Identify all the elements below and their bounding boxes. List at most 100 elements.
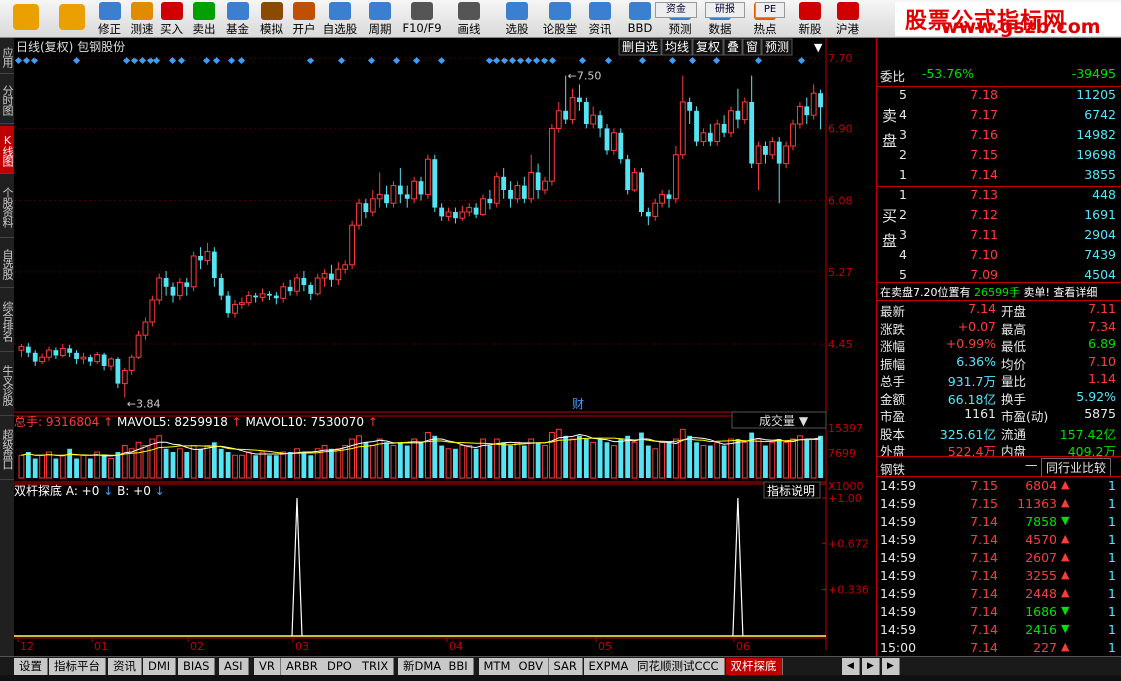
volume-bar <box>521 445 527 478</box>
indicator-tab-6[interactable]: VR <box>254 658 281 675</box>
indicator-tab-8[interactable]: DPO <box>322 658 358 675</box>
sell-level: 5 <box>899 87 907 102</box>
candle <box>253 295 259 298</box>
toolbar-item-11[interactable]: F10/F9 <box>400 0 444 38</box>
toolbar-item-0[interactable] <box>0 0 52 38</box>
indicator-tab-17[interactable]: 双杆探底 <box>725 658 783 675</box>
toolbar-item-20[interactable]: 新股 <box>790 0 830 38</box>
volume-bar <box>238 454 245 479</box>
toolbar-item-12[interactable]: 画线 <box>444 0 494 38</box>
indicator-tab-5[interactable]: ASI <box>219 658 249 675</box>
candle <box>528 171 535 200</box>
indicator-tab-11[interactable]: BBI <box>443 658 474 675</box>
indicator-tab-10[interactable]: 新DMA <box>398 658 448 675</box>
toolbar-label-17: 预测 <box>668 22 692 36</box>
indicator-tab-1[interactable]: 指标平台 <box>49 658 106 675</box>
volume-bar <box>493 438 500 479</box>
toolbar-label-4: 买入 <box>160 22 183 36</box>
left-tab-0[interactable]: 应用 <box>0 40 14 74</box>
industry-compare-button[interactable]: 同行业比较 <box>1041 458 1112 477</box>
toolbar-item-9[interactable]: 自选股 <box>320 0 360 38</box>
tick-direction-icon: ▲ <box>1061 568 1070 581</box>
chart-menu-arrow[interactable]: ▼ <box>814 41 823 54</box>
toolbar-item-1[interactable] <box>52 0 92 38</box>
candle <box>679 101 686 156</box>
candle <box>521 185 527 199</box>
kline-chart[interactable]: 日线(复权) 包钢股份 删自选 均线 复权叠窗预测 ▼ 7.70 6.90 6.08 5.27 4… <box>14 38 876 658</box>
candle <box>245 295 252 304</box>
toolbar-item-7[interactable]: 模拟 <box>255 0 288 38</box>
stat-label: 外盘 <box>880 444 906 459</box>
volume-bar <box>190 445 197 479</box>
toolbar-label-3: 测速 <box>130 22 154 36</box>
tab-scroll-arrow-1[interactable]: ▶ <box>862 658 880 675</box>
indicator-tab-15[interactable]: EXPMA <box>583 658 635 675</box>
tab-scroll-arrow-2[interactable]: ▶ <box>882 658 900 675</box>
volume-bar <box>728 438 734 479</box>
toolbar-item-8[interactable]: 开户 <box>288 0 320 38</box>
stat-value: 66.18亿 <box>947 391 996 407</box>
indicator-tab-4[interactable]: BIAS <box>178 658 216 675</box>
toolbar-icon-10 <box>369 2 391 20</box>
candle <box>25 346 31 353</box>
tick-time: 14:59 <box>880 622 917 637</box>
order-notice[interactable]: 在卖盘7.20位置有 26599手 卖单! 查看详细 <box>880 284 1097 300</box>
left-tab-7[interactable]: 超级盘口 <box>0 418 14 480</box>
toolbar-item-3[interactable]: 测速 <box>127 0 157 38</box>
high-price-label: ←7.50 <box>568 70 602 83</box>
toolbar-item-5[interactable]: 卖出 <box>188 0 220 38</box>
tick-time: 14:59 <box>880 604 917 619</box>
indicator-tab-12[interactable]: MTM <box>478 658 517 675</box>
indicator-tab-0[interactable]: 设置 <box>14 658 48 675</box>
tick-volume: 11363 <box>1017 496 1057 511</box>
indicator-tab-13[interactable]: OBV <box>513 658 549 675</box>
volume-bar <box>245 451 252 479</box>
left-tab-3[interactable]: 个股资料 <box>0 176 14 238</box>
toolbar-item-6[interactable]: 基金 <box>220 0 255 38</box>
toolbar-item-16[interactable]: BBD <box>620 0 660 38</box>
toolbar-icon-11 <box>411 2 433 20</box>
candle <box>404 194 410 199</box>
tab-scroll-arrow-0[interactable]: ◀ <box>842 658 860 675</box>
toolbar-item-10[interactable]: 周期 <box>360 0 400 38</box>
indicator-tab-3[interactable]: DMI <box>143 658 177 675</box>
indicator-tick-label: +0.336 <box>828 584 869 597</box>
indicator-tab-7[interactable]: ARBR <box>281 658 324 675</box>
left-tab-4[interactable]: 自选股 <box>0 240 14 288</box>
toolbar-item-13[interactable]: 选股 <box>494 0 540 38</box>
toolbar-small-1[interactable]: 研报 <box>705 2 745 18</box>
left-tab-2[interactable]: K线图 <box>0 126 14 174</box>
indicator-tab-16[interactable]: 同花顺测试CCC <box>632 658 725 675</box>
toolbar-icon-16 <box>629 2 651 20</box>
volume-bar <box>404 445 410 478</box>
toolbar-item-15[interactable]: 资讯 <box>580 0 620 38</box>
volume-bar <box>810 438 817 479</box>
candle <box>659 193 666 204</box>
left-tab-1[interactable]: 分时图 <box>0 76 14 124</box>
left-tab-5[interactable]: 综合排名 <box>0 290 14 352</box>
buy-price: 7.13 <box>970 187 998 202</box>
candle <box>583 102 589 124</box>
stat-label-2: 流通 <box>1001 426 1027 442</box>
toolbar-small-0[interactable]: 资金 <box>655 2 697 18</box>
indicator-tab-2[interactable]: 资讯 <box>108 658 142 675</box>
candle <box>342 264 349 270</box>
candle <box>232 303 238 314</box>
candle <box>432 159 438 208</box>
tick-time: 14:59 <box>880 550 917 565</box>
toolbar-small-2[interactable]: PE <box>755 2 785 18</box>
finance-marker[interactable]: 财 <box>572 397 584 411</box>
indicator-tab-14[interactable]: SAR <box>548 658 583 675</box>
volume-bar <box>259 451 266 479</box>
toolbar-item-4[interactable]: 买入 <box>155 0 188 38</box>
toolbar-icon-7 <box>260 2 283 20</box>
stat-label: 股本 <box>880 426 906 442</box>
left-tab-6[interactable]: 牛叉诊股 <box>0 354 14 416</box>
toolbar-item-14[interactable]: 论股堂 <box>540 0 580 38</box>
toolbar-icon-0 <box>13 4 39 30</box>
volume-tick-label: 7699 <box>828 447 856 460</box>
toolbar-item-2[interactable]: 修正 <box>92 0 127 38</box>
indicator-tab-9[interactable]: TRIX <box>357 658 395 675</box>
volume-bar <box>645 445 651 478</box>
toolbar-item-21[interactable]: 沪港 <box>830 0 865 38</box>
